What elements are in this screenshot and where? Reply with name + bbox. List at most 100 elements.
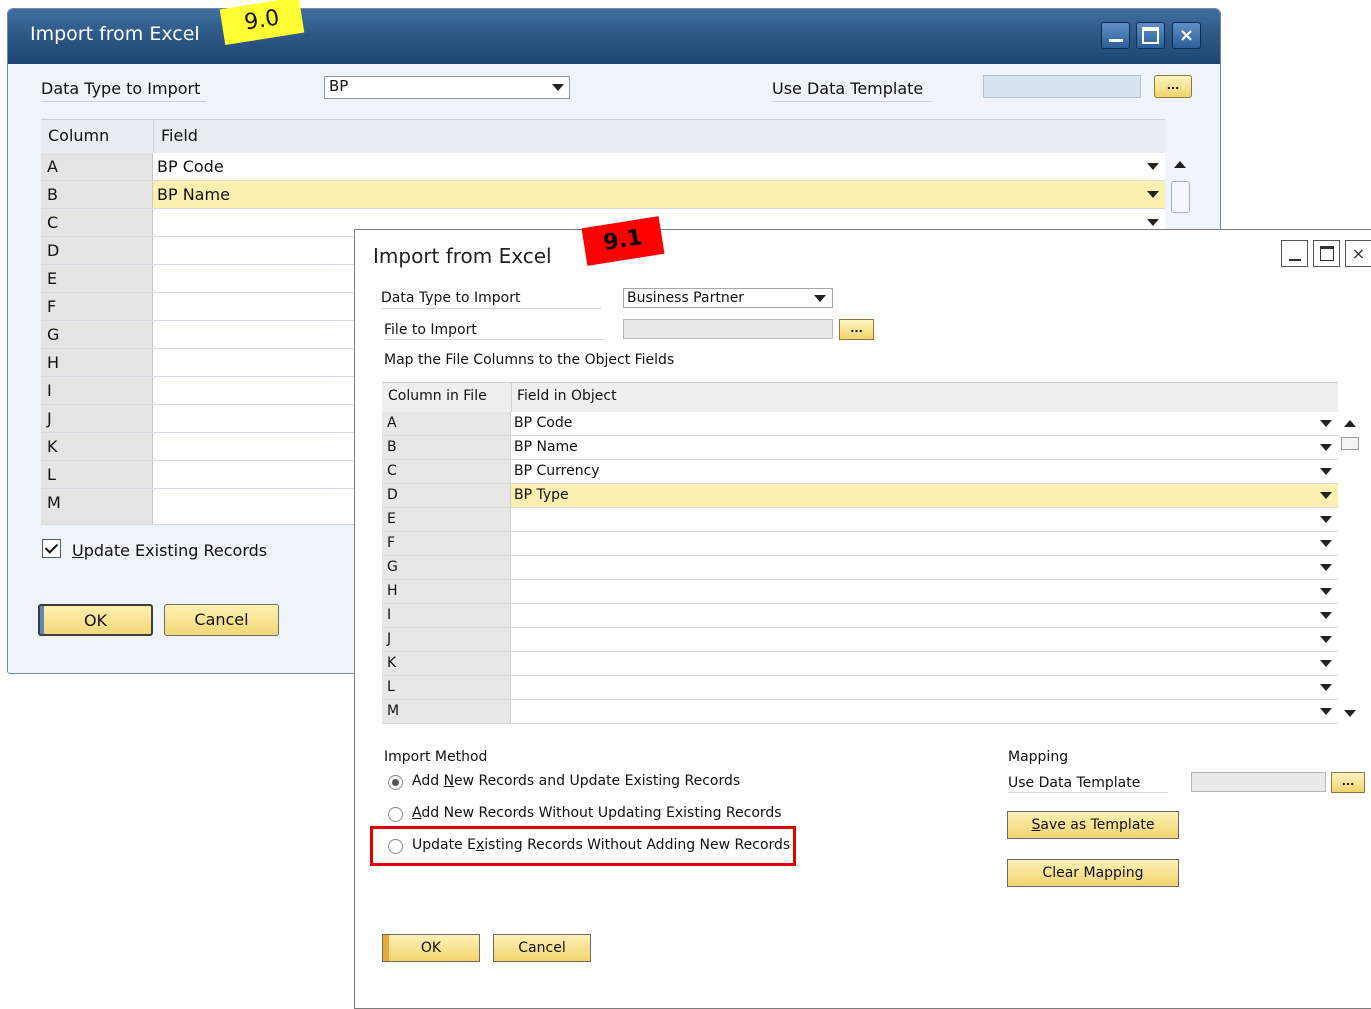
field-header[interactable]: Field: [161, 126, 198, 145]
field-cell[interactable]: BP Name: [511, 436, 1338, 459]
field-cell[interactable]: [511, 532, 1338, 555]
scrollbar[interactable]: [1339, 412, 1361, 724]
clear-mapping-button[interactable]: Clear Mapping: [1007, 859, 1179, 887]
table-row[interactable]: C BP Currency: [382, 460, 1338, 484]
column-cell: L: [382, 676, 511, 699]
scroll-thumb[interactable]: [1171, 181, 1190, 213]
scroll-up-icon[interactable]: [1174, 161, 1186, 168]
chevron-down-icon[interactable]: [1320, 564, 1332, 571]
chevron-down-icon[interactable]: [1320, 588, 1332, 595]
file-to-import-label: File to Import: [384, 322, 477, 338]
chevron-down-icon[interactable]: [1320, 708, 1332, 715]
chevron-down-icon[interactable]: [1320, 468, 1332, 475]
table-row[interactable]: D BP Type: [382, 484, 1338, 508]
title-bar[interactable]: [355, 230, 1371, 278]
maximize-button[interactable]: [1136, 22, 1165, 49]
import-method-label: Import Method: [384, 749, 488, 765]
radio-add-only-label[interactable]: Add New Records Without Updating Existin…: [412, 805, 782, 821]
table-row[interactable]: B BP Name: [382, 436, 1338, 460]
column-cell: G: [41, 321, 153, 348]
chevron-down-icon[interactable]: [1147, 219, 1159, 226]
chevron-down-icon[interactable]: [1320, 636, 1332, 643]
ok-button[interactable]: OK: [38, 604, 153, 636]
close-button[interactable]: ×: [1172, 22, 1201, 49]
radio-update-only-label[interactable]: Update Existing Records Without Adding N…: [412, 837, 790, 853]
close-button[interactable]: ×: [1345, 240, 1371, 267]
table-row[interactable]: J: [382, 628, 1338, 652]
field-cell[interactable]: [511, 556, 1338, 579]
save-as-template-button[interactable]: Save as Template: [1007, 811, 1179, 839]
table-row[interactable]: M: [382, 700, 1338, 724]
radio-add-and-update[interactable]: [388, 775, 403, 790]
radio-add-and-update-label[interactable]: Add New Records and Update Existing Reco…: [412, 773, 740, 789]
chevron-down-icon[interactable]: [1320, 612, 1332, 619]
use-template-field[interactable]: [1191, 772, 1326, 792]
scroll-thumb[interactable]: [1341, 437, 1359, 450]
update-existing-label[interactable]: Update Existing Records: [72, 541, 267, 560]
file-to-import-field[interactable]: [623, 319, 833, 339]
radio-update-only[interactable]: [388, 839, 403, 854]
chevron-down-icon[interactable]: [1320, 684, 1332, 691]
maximize-button[interactable]: [1313, 240, 1340, 267]
field-cell[interactable]: BP Code: [153, 153, 1165, 180]
field-cell[interactable]: [511, 604, 1338, 627]
ok-button[interactable]: OK: [382, 934, 480, 962]
field-cell[interactable]: BP Code: [511, 412, 1338, 435]
chevron-down-icon[interactable]: [1147, 191, 1159, 198]
divider: [772, 101, 932, 102]
column-header[interactable]: Column: [48, 126, 109, 145]
minimize-icon: [1288, 258, 1301, 261]
column-cell: E: [382, 508, 511, 531]
radio-add-only[interactable]: [388, 807, 403, 822]
data-type-value: Business Partner: [627, 290, 745, 306]
table-row[interactable]: A BP Code: [382, 412, 1338, 436]
chevron-down-icon[interactable]: [1320, 492, 1332, 499]
minimize-button[interactable]: [1281, 240, 1308, 267]
field-cell[interactable]: BP Name: [153, 181, 1165, 208]
field-cell[interactable]: [511, 652, 1338, 675]
browse-file-button[interactable]: ...: [839, 319, 874, 340]
field-cell[interactable]: [511, 628, 1338, 651]
chevron-down-icon[interactable]: [1320, 444, 1332, 451]
browse-template-button[interactable]: ...: [1331, 772, 1365, 793]
field-cell[interactable]: [511, 700, 1338, 723]
field-cell[interactable]: BP Type: [511, 484, 1338, 507]
table-row[interactable]: B BP Name: [41, 181, 1165, 209]
scroll-up-icon[interactable]: [1344, 420, 1356, 427]
data-type-label: Data Type to Import: [41, 79, 201, 98]
use-template-field[interactable]: [983, 75, 1141, 98]
chevron-down-icon[interactable]: [1320, 660, 1332, 667]
data-type-select[interactable]: BP: [324, 76, 570, 99]
chevron-down-icon[interactable]: [1147, 163, 1159, 170]
field-in-object-header[interactable]: Field in Object: [517, 388, 617, 404]
map-columns-label: Map the File Columns to the Object Field…: [384, 352, 675, 368]
table-row[interactable]: H: [382, 580, 1338, 604]
field-cell[interactable]: [511, 580, 1338, 603]
scroll-down-icon[interactable]: [1344, 710, 1356, 717]
field-cell[interactable]: [511, 676, 1338, 699]
field-cell[interactable]: [511, 508, 1338, 531]
cancel-button[interactable]: Cancel: [164, 604, 279, 636]
scrollbar[interactable]: [1169, 153, 1193, 223]
table-row[interactable]: F: [382, 532, 1338, 556]
table-row[interactable]: G: [382, 556, 1338, 580]
table-row[interactable]: E: [382, 508, 1338, 532]
browse-template-button[interactable]: ...: [1154, 75, 1192, 98]
cancel-button[interactable]: Cancel: [493, 934, 591, 962]
table-row[interactable]: K: [382, 652, 1338, 676]
chevron-down-icon[interactable]: [1320, 540, 1332, 547]
data-type-select[interactable]: Business Partner: [623, 288, 833, 308]
checkmark-icon: [44, 540, 59, 554]
update-existing-checkbox[interactable]: [42, 539, 61, 558]
chevron-down-icon[interactable]: [1320, 516, 1332, 523]
field-cell[interactable]: BP Currency: [511, 460, 1338, 483]
table-row[interactable]: L: [382, 676, 1338, 700]
column-in-file-header[interactable]: Column in File: [388, 388, 487, 404]
column-cell: J: [382, 628, 511, 651]
divider: [384, 339, 604, 340]
table-row[interactable]: I: [382, 604, 1338, 628]
table-row[interactable]: A BP Code: [41, 153, 1165, 181]
chevron-down-icon[interactable]: [1320, 420, 1332, 427]
minimize-button[interactable]: [1101, 22, 1130, 49]
column-cell: D: [41, 237, 153, 264]
